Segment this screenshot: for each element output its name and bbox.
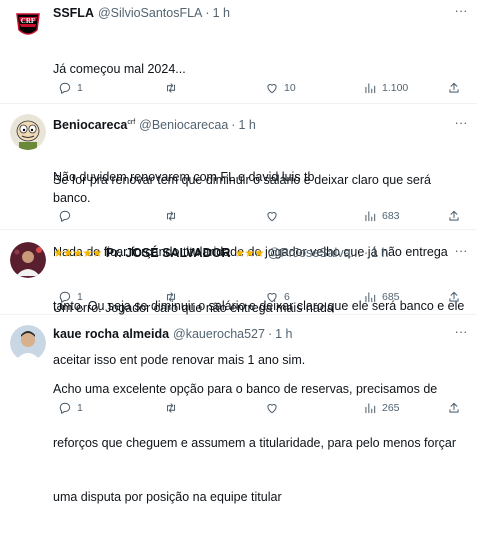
tweet-header: Beniocarecacrf @Beniocarecaa · 1 h ··· bbox=[53, 116, 469, 134]
heart-icon bbox=[267, 293, 277, 303]
avatar[interactable] bbox=[10, 325, 46, 361]
more-options-icon[interactable]: ··· bbox=[453, 116, 469, 134]
reply-icon bbox=[59, 402, 71, 414]
separator-dot: · bbox=[363, 246, 369, 260]
tweet[interactable]: ★★★★★ Pr. JOSÉ SALVADOR ★★★ @PrJoseSalva… bbox=[0, 230, 477, 315]
reply-icon bbox=[59, 210, 71, 222]
tweet-text-line: Acho uma excelente opção para o banco de… bbox=[53, 382, 438, 396]
share-icon bbox=[449, 210, 459, 221]
timeline-feed: CRF SSFLA @SilvioSantosFLA · 1 h ··· Já … bbox=[0, 0, 477, 504]
display-name[interactable]: SSFLA bbox=[53, 6, 94, 20]
retweet-icon bbox=[166, 403, 176, 413]
reply-count: 1 bbox=[77, 291, 83, 303]
tweet[interactable]: kaue rocha almeida @kauerocha527 · 1 h ·… bbox=[0, 315, 477, 504]
share-icon bbox=[449, 291, 459, 302]
user-handle[interactable]: @PrJoseSalva... bbox=[268, 246, 361, 260]
avatar[interactable] bbox=[10, 242, 46, 278]
tweet-header: kaue rocha almeida @kauerocha527 · 1 h ·… bbox=[53, 325, 469, 343]
separator-dot: · bbox=[205, 6, 210, 20]
timestamp[interactable]: 1 h bbox=[238, 118, 255, 132]
bar-chart-icon bbox=[365, 83, 376, 94]
user-handle[interactable]: @Beniocarecaa bbox=[139, 118, 228, 132]
share-icon bbox=[449, 82, 459, 93]
retweet-icon bbox=[166, 83, 176, 93]
retweet-button[interactable] bbox=[164, 288, 183, 306]
tweet-text-line: reforços que cheguem e assumem a titular… bbox=[53, 436, 456, 450]
like-button[interactable]: 6 bbox=[265, 288, 290, 306]
more-options-icon[interactable]: ··· bbox=[453, 244, 469, 262]
views-button[interactable]: 683 bbox=[363, 207, 400, 225]
tweet-header: SSFLA @SilvioSantosFLA · 1 h ··· bbox=[53, 4, 469, 22]
views-button[interactable]: 265 bbox=[363, 399, 400, 417]
retweet-button[interactable] bbox=[164, 207, 183, 225]
display-name-text: Beniocareca bbox=[53, 118, 128, 132]
reply-button[interactable]: 1 bbox=[58, 79, 83, 97]
bar-chart-icon bbox=[365, 211, 376, 222]
display-name[interactable]: Beniocarecacrf bbox=[53, 118, 135, 132]
display-name[interactable]: kaue rocha almeida bbox=[53, 327, 169, 341]
share-button[interactable] bbox=[447, 207, 461, 225]
retweet-button[interactable] bbox=[164, 79, 183, 97]
more-options-icon[interactable]: ··· bbox=[453, 4, 469, 22]
user-handle[interactable]: @kauerocha527 bbox=[173, 327, 265, 341]
retweet-icon bbox=[166, 292, 176, 302]
heart-icon bbox=[267, 212, 277, 222]
reply-count: 1 bbox=[77, 82, 83, 94]
reply-button[interactable]: 1 bbox=[58, 288, 83, 306]
tweet[interactable]: CRF SSFLA @SilvioSantosFLA · 1 h ··· Já … bbox=[0, 0, 477, 184]
tweet-actions: 1 10 1.100 bbox=[53, 79, 463, 97]
reply-button[interactable] bbox=[58, 207, 77, 225]
avatar[interactable]: CRF bbox=[10, 6, 46, 42]
share-button[interactable] bbox=[447, 79, 461, 97]
more-options-icon[interactable]: ··· bbox=[453, 325, 469, 343]
view-count: 265 bbox=[382, 402, 400, 414]
star-decoration: ★★★ bbox=[234, 246, 264, 260]
svg-text:CRF: CRF bbox=[21, 17, 35, 25]
like-button[interactable] bbox=[265, 399, 284, 417]
views-button[interactable]: 685 bbox=[363, 288, 400, 306]
reply-icon bbox=[59, 82, 71, 94]
like-count: 6 bbox=[284, 291, 290, 303]
tweet-text-line: uma disputa por posição na equipe titula… bbox=[53, 490, 282, 504]
view-count: 683 bbox=[382, 210, 400, 222]
timestamp[interactable]: 1 h bbox=[213, 6, 230, 20]
view-count: 1.100 bbox=[382, 82, 409, 94]
tweet-actions: 683 bbox=[53, 207, 463, 225]
tweet-text-line: Já começou mal 2024... bbox=[53, 62, 186, 76]
heart-icon bbox=[267, 84, 277, 94]
timestamp[interactable]: 1 h bbox=[371, 246, 388, 260]
display-name-superscript: crf bbox=[127, 118, 136, 126]
user-handle[interactable]: @SilvioSantosFLA bbox=[98, 6, 202, 20]
tweet-text-line: Se for pra renovar tem que diminuir o sa… bbox=[53, 173, 435, 205]
tweet[interactable]: Beniocarecacrf @Beniocarecaa · 1 h ··· S… bbox=[0, 104, 477, 367]
share-icon bbox=[449, 402, 459, 413]
like-count: 10 bbox=[284, 82, 296, 94]
timestamp[interactable]: 1 h bbox=[275, 327, 292, 341]
view-count: 685 bbox=[382, 291, 400, 303]
share-button[interactable] bbox=[447, 288, 461, 306]
tweet-actions: 1 6 685 bbox=[53, 288, 463, 306]
tweet-actions: 1 265 bbox=[53, 399, 463, 417]
share-button[interactable] bbox=[447, 399, 461, 417]
views-button[interactable]: 1.100 bbox=[363, 79, 408, 97]
display-name[interactable]: Pr. JOSÉ SALVADOR bbox=[106, 246, 231, 260]
heart-icon bbox=[267, 404, 277, 414]
separator-dot: · bbox=[231, 118, 236, 132]
star-decoration: ★★★★★ bbox=[53, 246, 103, 260]
retweet-icon bbox=[166, 211, 176, 221]
reply-icon bbox=[59, 291, 71, 303]
reply-button[interactable]: 1 bbox=[58, 399, 83, 417]
bar-chart-icon bbox=[365, 403, 376, 414]
separator-dot: · bbox=[267, 327, 273, 341]
tweet-header: ★★★★★ Pr. JOSÉ SALVADOR ★★★ @PrJoseSalva… bbox=[53, 244, 469, 262]
like-button[interactable] bbox=[265, 207, 284, 225]
bar-chart-icon bbox=[365, 292, 376, 303]
tweet-text: Acho uma excelente opção para o banco de… bbox=[53, 344, 469, 542]
retweet-button[interactable] bbox=[164, 399, 183, 417]
avatar[interactable] bbox=[10, 114, 46, 150]
reply-count: 1 bbox=[77, 402, 83, 414]
like-button[interactable]: 10 bbox=[265, 79, 296, 97]
